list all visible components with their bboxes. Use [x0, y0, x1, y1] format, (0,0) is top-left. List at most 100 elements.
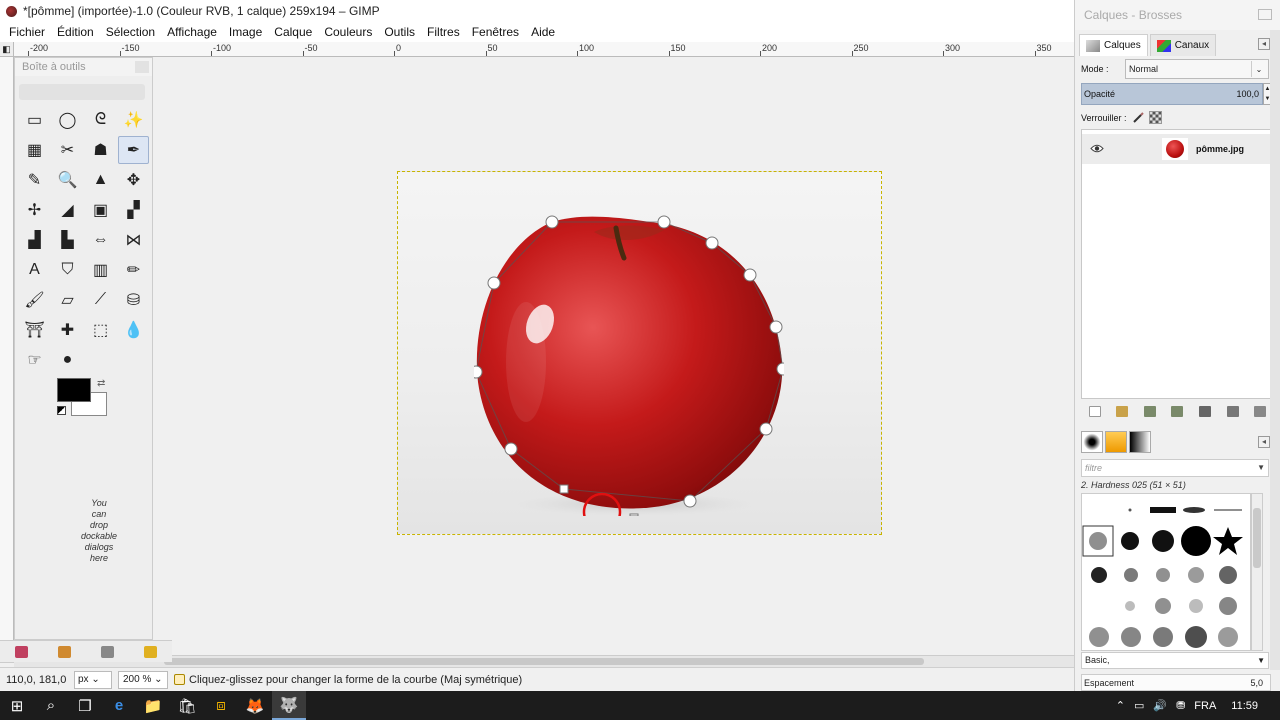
tool-icon[interactable]: ✎: [19, 166, 50, 194]
panel-menu-icon[interactable]: ◂: [1258, 436, 1270, 448]
tool-icon[interactable]: ✥: [118, 166, 149, 194]
tab-canaux[interactable]: Canaux: [1149, 34, 1217, 56]
menu-calque[interactable]: Calque: [268, 25, 318, 39]
tool-icon[interactable]: ☞: [19, 346, 50, 374]
tool-icon[interactable]: ✢: [19, 196, 50, 224]
menu-image[interactable]: Image: [223, 25, 268, 39]
lock-pixels-icon[interactable]: [1132, 111, 1144, 124]
tool-icon[interactable]: 🔍: [52, 166, 83, 194]
delete-options-icon[interactable]: [101, 645, 114, 658]
tool-icon[interactable]: ▱: [52, 286, 83, 314]
clock[interactable]: 11:59: [1231, 700, 1258, 712]
tool-icon[interactable]: ☗: [85, 136, 116, 164]
edge-app-icon[interactable]: e: [102, 691, 136, 720]
lower-layer-icon[interactable]: [1171, 405, 1184, 417]
tool-icon[interactable]: ◯: [52, 106, 83, 134]
tool-icon[interactable]: ✚: [52, 316, 83, 344]
tool-icon[interactable]: ▥: [85, 256, 116, 284]
tab-gradients[interactable]: [1129, 431, 1151, 453]
start-button[interactable]: ⊞: [0, 691, 34, 720]
tool-icon[interactable]: ✏: [118, 256, 149, 284]
brush-preset-select[interactable]: Basic, ▼: [1081, 652, 1269, 669]
new-group-icon[interactable]: [1116, 405, 1129, 417]
tool-icon[interactable]: ▲: [85, 166, 116, 194]
brush-grid[interactable]: [1081, 493, 1251, 651]
ruler-corner-button[interactable]: ◧: [0, 42, 14, 57]
tool-icon[interactable]: ▦: [19, 136, 50, 164]
menu-outils[interactable]: Outils: [378, 25, 421, 39]
firefox-app-icon[interactable]: 🦊: [238, 691, 272, 720]
brush-grid-scrollbar[interactable]: [1251, 493, 1263, 651]
menu-filtres[interactable]: Filtres: [421, 25, 466, 39]
dock-scrollbar[interactable]: [1270, 30, 1280, 670]
tool-icon[interactable]: ▭: [19, 106, 50, 134]
swap-colors-icon[interactable]: ⇄: [97, 378, 105, 389]
unit-select[interactable]: px ⌄: [74, 670, 112, 689]
menu-affichage[interactable]: Affichage: [161, 25, 223, 39]
tool-icon[interactable]: ⟋: [85, 286, 116, 314]
tool-icon[interactable]: ⇔: [85, 226, 116, 254]
layer-mode-select[interactable]: Normal ⌄: [1125, 59, 1269, 79]
menu-edition[interactable]: Édition: [51, 25, 100, 39]
tool-icon[interactable]: ⋈: [118, 226, 149, 254]
opacity-slider[interactable]: Opacité 100,0: [1081, 83, 1263, 105]
tool-icon[interactable]: ▟: [19, 226, 50, 254]
search-button[interactable]: ⌕: [34, 691, 68, 720]
menu-couleurs[interactable]: Couleurs: [318, 25, 378, 39]
tool-icon[interactable]: ▣: [85, 196, 116, 224]
tool-icon[interactable]: ◢: [52, 196, 83, 224]
tool-icon[interactable]: ⬚: [85, 316, 116, 344]
menu-fenetres[interactable]: Fenêtres: [466, 25, 525, 39]
network-icon[interactable]: ▭: [1134, 699, 1144, 712]
tool-icon[interactable]: ▞: [118, 196, 149, 224]
tool-icon[interactable]: ▙: [52, 226, 83, 254]
raise-layer-icon[interactable]: [1143, 405, 1156, 417]
spacing-slider[interactable]: Espacement 5,0: [1081, 674, 1271, 691]
brush-filter-input[interactable]: filtre ▼: [1081, 459, 1269, 477]
save-options-icon[interactable]: [15, 645, 28, 658]
zoom-select[interactable]: 200 % ⌄: [118, 670, 168, 689]
notification-icon[interactable]: ⛃: [1176, 699, 1185, 712]
tool-icon[interactable]: ✨: [118, 106, 149, 134]
store-app-icon[interactable]: 🛍: [170, 691, 204, 720]
tab-patterns[interactable]: [1105, 431, 1127, 453]
tray-overflow-icon[interactable]: ⌃: [1116, 699, 1125, 712]
tab-calques[interactable]: Calques: [1079, 34, 1148, 56]
language-indicator[interactable]: FRA: [1194, 700, 1216, 712]
horizontal-ruler[interactable]: -200 -150 -100 -50 0 50 100 150 200 250 300 350: [14, 42, 1074, 57]
reset-colors-icon[interactable]: [57, 406, 66, 415]
foreground-color[interactable]: [57, 378, 91, 402]
scrollbar-thumb[interactable]: [1253, 508, 1261, 568]
panel-menu-icon[interactable]: ◂: [1258, 38, 1270, 50]
tool-icon[interactable]: ⛁: [118, 286, 149, 314]
restore-options-icon[interactable]: [58, 645, 71, 658]
canvas-horizontal-scrollbar[interactable]: [14, 655, 1074, 667]
layer-name[interactable]: pômme.jpg: [1196, 144, 1244, 154]
tool-icon[interactable]: ✂: [52, 136, 83, 164]
menu-fichier[interactable]: Fichier: [3, 25, 51, 39]
app-icon[interactable]: ⧈: [204, 691, 238, 720]
menu-selection[interactable]: Sélection: [100, 25, 161, 39]
volume-icon[interactable]: 🔊: [1153, 699, 1167, 712]
tool-icon[interactable]: ᘓ: [85, 106, 116, 134]
task-view-button[interactable]: ❐: [68, 691, 102, 720]
menu-aide[interactable]: Aide: [525, 25, 561, 39]
vertical-ruler[interactable]: [0, 57, 14, 655]
tool-icon[interactable]: ⛉: [52, 256, 83, 284]
scrollbar-thumb[interactable]: [164, 658, 924, 665]
tool-icon[interactable]: ⛩: [19, 316, 50, 344]
tool-icon[interactable]: ✒: [118, 136, 149, 164]
duplicate-layer-icon[interactable]: [1199, 405, 1212, 417]
tool-icon[interactable]: ●: [52, 346, 83, 374]
tab-brushes[interactable]: [1081, 431, 1103, 453]
reset-options-icon[interactable]: [144, 645, 157, 658]
tool-icon[interactable]: 💧: [118, 316, 149, 344]
eye-icon[interactable]: [1090, 142, 1104, 155]
anchor-layer-icon[interactable]: [1226, 405, 1239, 417]
delete-layer-icon[interactable]: [1254, 405, 1267, 417]
gimp-app-icon[interactable]: 🐺: [272, 691, 306, 720]
toolbox-close-button[interactable]: [135, 61, 149, 73]
color-area[interactable]: ⇄: [57, 378, 113, 420]
layer-row[interactable]: pômme.jpg: [1082, 134, 1273, 164]
tool-icon[interactable]: A: [19, 256, 50, 284]
